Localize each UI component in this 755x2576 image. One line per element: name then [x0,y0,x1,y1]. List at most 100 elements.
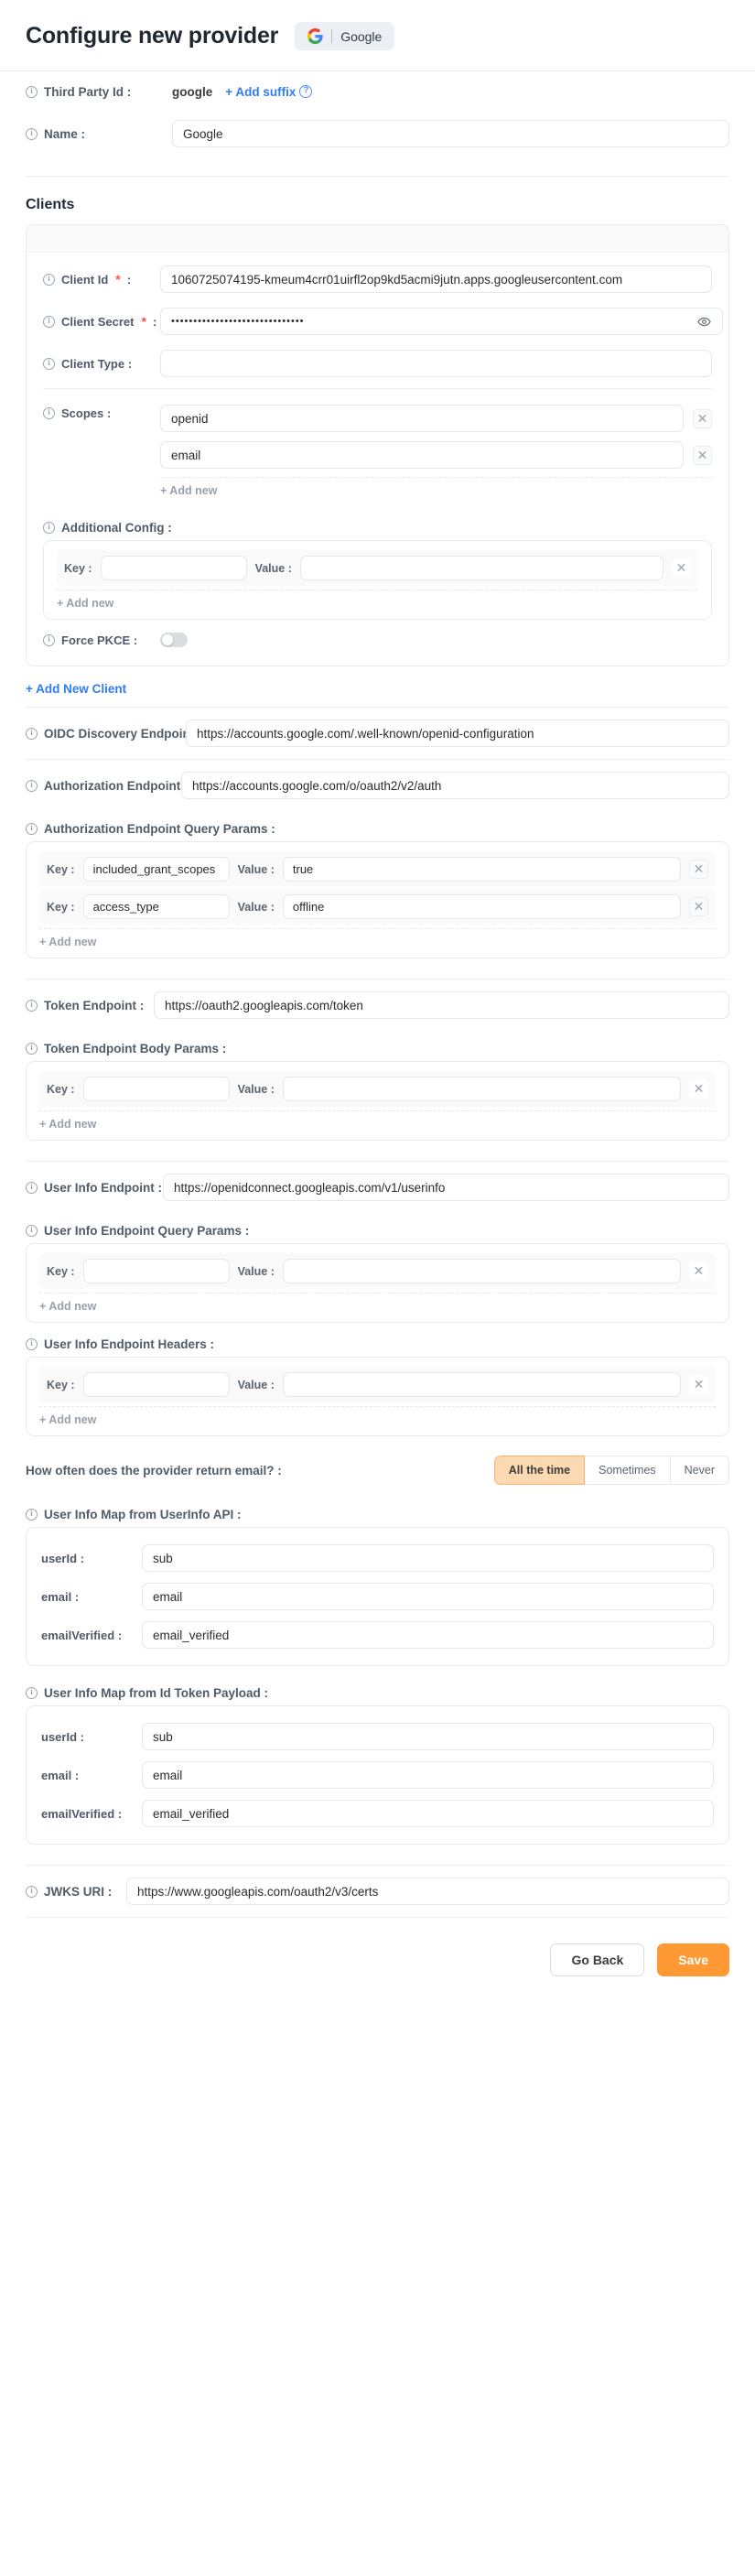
email-input[interactable]: email [142,1761,714,1789]
third-party-id-row: Third Party Id : google + Add suffix [26,71,729,112]
scopes-add-new-button[interactable]: + Add new [160,478,712,499]
value-input[interactable] [282,1372,681,1397]
client-secret-row: Client Secret * : ••••••••••••••••••••••… [43,300,723,342]
key-input[interactable] [82,1372,230,1397]
scope-item: email ✕ [160,437,712,473]
close-icon[interactable]: ✕ [689,1375,708,1394]
scope-input[interactable]: openid [160,405,684,432]
info-icon [26,1885,38,1898]
user-info-endpoint-input[interactable]: https://openidconnect.googleapis.com/v1/… [163,1174,729,1201]
info-icon [26,127,38,140]
google-g-icon [307,28,323,44]
map-row: email : email [41,1756,714,1794]
userid-input[interactable]: sub [142,1723,714,1750]
key-input[interactable]: included_grant_scopes [82,857,230,882]
value-input[interactable] [299,556,663,580]
close-icon[interactable]: ✕ [693,408,712,428]
close-icon[interactable]: ✕ [689,1079,708,1099]
key-label: Key : [47,1082,75,1096]
info-icon [26,1687,38,1699]
kv-row: Key : Value : ✕ [39,1367,716,1402]
token-endpoint-label: Token Endpoint : [26,999,154,1012]
divider [26,1865,729,1866]
userid-input[interactable]: sub [142,1544,714,1572]
value-label: Value : [237,900,275,914]
map-row: emailVerified : email_verified [41,1794,714,1833]
user-info-endpoint-label: User Info Endpoint : [26,1181,163,1195]
value-input[interactable]: offline [282,894,681,919]
user-info-headers-add-new-button[interactable]: + Add new [39,1407,716,1428]
info-icon [26,1225,38,1237]
close-icon[interactable]: ✕ [672,558,691,578]
question-mark-icon[interactable] [299,85,313,98]
segment-sometimes[interactable]: Sometimes [585,1456,671,1485]
force-pkce-toggle[interactable] [160,633,188,647]
close-icon[interactable]: ✕ [689,897,708,916]
close-icon[interactable]: ✕ [693,445,712,465]
info-icon [26,1043,38,1055]
info-icon [26,1338,38,1350]
kv-row: Key : Value : ✕ [39,1253,716,1289]
authorization-endpoint-input[interactable]: https://accounts.google.com/o/oauth2/v2/… [181,772,729,799]
authorization-endpoint-label: Authorization Endpoint : [26,779,188,793]
email-input[interactable]: email [142,1583,714,1610]
key-input[interactable]: access_type [82,894,230,919]
scopes-row: Scopes : openid ✕ email [43,393,712,506]
user-info-map-id-token-card: userId : sub email : email emailVerified… [26,1705,729,1845]
name-input[interactable]: Google [172,120,729,147]
segment-never[interactable]: Never [670,1456,729,1485]
close-icon[interactable]: ✕ [689,860,708,879]
key-input[interactable] [82,1259,230,1283]
scope-input[interactable]: email [160,441,684,469]
auth-query-params-add-new-button[interactable]: + Add new [39,929,716,950]
email-verified-label: emailVerified : [41,1806,123,1821]
value-label: Value : [237,1082,275,1096]
oidc-discovery-endpoint-input[interactable]: https://accounts.google.com/.well-known/… [186,720,729,747]
client-card-header [27,225,728,253]
kv-row: Key : included_grant_scopes Value : true… [39,851,716,887]
key-input[interactable] [100,556,247,580]
add-new-client-button[interactable]: + Add New Client [26,682,126,696]
client-secret-label: Client Secret * : [43,315,160,329]
authorization-endpoint-row: Authorization Endpoint : https://account… [26,763,729,807]
map-row: userId : sub [41,1539,714,1577]
add-suffix-link[interactable]: + Add suffix [225,85,296,99]
kv-row: Key : access_type Value : offline ✕ [39,889,716,925]
value-input[interactable] [282,1259,681,1283]
key-label: Key : [64,561,92,575]
user-info-query-params-add-new-button[interactable]: + Add new [39,1293,716,1315]
client-type-input[interactable] [160,350,712,377]
value-input[interactable] [282,1077,681,1101]
eye-icon[interactable] [696,315,712,329]
token-endpoint-input[interactable]: https://oauth2.googleapis.com/token [154,991,729,1019]
segment-all-the-time[interactable]: All the time [493,1456,586,1485]
email-frequency-segmented-control[interactable]: All the time Sometimes Never [493,1456,729,1485]
save-button[interactable]: Save [657,1943,729,1976]
oidc-discovery-endpoint-row: OIDC Discovery Endpoint : https://accoun… [26,711,729,755]
value-input[interactable]: true [282,857,681,882]
jwks-uri-input[interactable]: https://www.googleapis.com/oauth2/v3/cer… [126,1878,729,1905]
value-label: Value : [237,1378,275,1391]
configure-provider-page: Configure new provider Google Third Part… [0,0,755,2576]
user-info-map-id-token-label: User Info Map from Id Token Payload : [26,1686,729,1700]
close-icon[interactable]: ✕ [689,1261,708,1281]
client-secret-input[interactable]: •••••••••••••••••••••••••••••• [160,308,723,335]
client-card: Client Id * : 1060725074195-kmeum4crr01u… [26,224,729,666]
divider [26,176,729,177]
email-verified-input[interactable]: email_verified [142,1621,714,1649]
email-verified-input[interactable]: email_verified [142,1800,714,1827]
token-body-params-add-new-button[interactable]: + Add new [39,1111,716,1132]
key-input[interactable] [82,1077,230,1101]
info-icon [43,315,55,328]
email-label: email : [41,1589,80,1604]
info-icon [26,779,38,792]
value-label: Value : [237,862,275,876]
additional-config-add-new-button[interactable]: + Add new [57,590,698,612]
key-label: Key : [47,1264,75,1278]
info-icon [26,1181,38,1194]
token-endpoint-row: Token Endpoint : https://oauth2.googleap… [26,983,729,1027]
go-back-button[interactable]: Go Back [550,1943,645,1976]
divider [43,388,712,389]
client-id-input[interactable]: 1060725074195-kmeum4crr01uirfl2op9kd5acm… [160,265,712,293]
clients-section-title: Clients [26,197,75,212]
